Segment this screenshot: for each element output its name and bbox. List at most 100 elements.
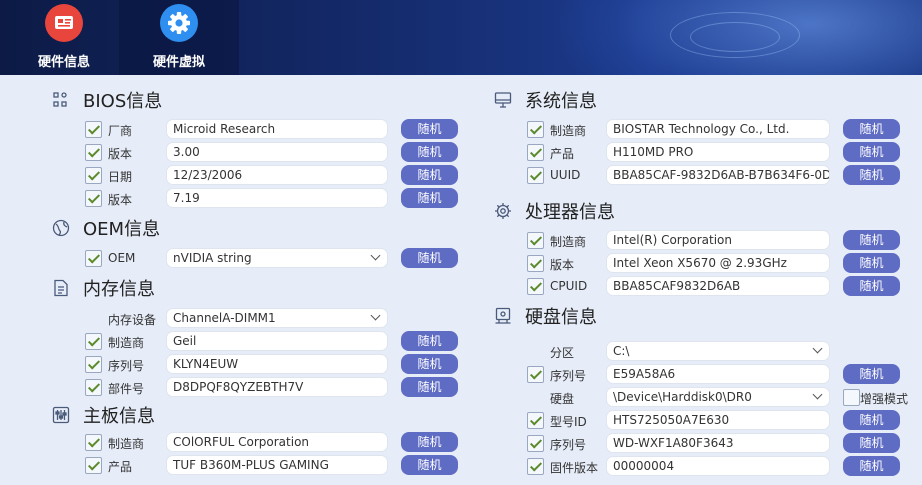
disk-model-label: 型号ID [550, 415, 587, 429]
board-product-random-button[interactable]: 随机 [401, 455, 458, 475]
oem-checkbox[interactable] [85, 250, 102, 267]
disk-partition-row: 分区 C:\ [527, 341, 902, 361]
bios-vendor-checkbox[interactable] [85, 121, 102, 138]
disk-firmware-row: 固件版本 00000004 随机 [527, 456, 902, 476]
memory-part-label: 部件号 [108, 382, 145, 396]
board-manufacturer-row: 制造商 COlORFUL Corporation 随机 [85, 432, 460, 452]
bios-version-random-button[interactable]: 随机 [401, 142, 458, 162]
bios-version-checkbox[interactable] [85, 144, 102, 161]
cpu-version-random-button[interactable]: 随机 [843, 253, 900, 273]
bios-version2-checkbox[interactable] [85, 190, 102, 207]
bios-vendor-random-button[interactable]: 随机 [401, 119, 458, 139]
disk-partition-select[interactable]: C:\ [606, 341, 830, 361]
cpu-version-label: 版本 [550, 258, 575, 272]
board-product-checkbox[interactable] [85, 457, 102, 474]
board-manufacturer-checkbox[interactable] [85, 434, 102, 451]
system-manufacturer-field[interactable]: BIOSTAR Technology Co., Ltd. [606, 119, 830, 139]
disk-firmware-label: 固件版本 [550, 461, 599, 475]
cpu-id-field[interactable]: BBA85CAF9832D6AB [606, 276, 830, 296]
cpu-version-row: 版本 Intel Xeon X5670 @ 2.93GHz 随机 [527, 253, 902, 273]
cpu-manufacturer-random-button[interactable]: 随机 [843, 230, 900, 250]
disk-drive-row: 硬盘 \Device\Harddisk0\DR0 增强模式 [527, 387, 917, 407]
memory-part-random-button[interactable]: 随机 [401, 377, 458, 397]
board-manufacturer-field[interactable]: COlORFUL Corporation [166, 432, 388, 452]
section-title-board: 主板信息 [51, 403, 155, 427]
memory-part-row: 部件号 D8DPQF8QYZEBTH7V 随机 [85, 377, 460, 397]
memory-serial-random-button[interactable]: 随机 [401, 354, 458, 374]
disk-model-checkbox[interactable] [527, 412, 544, 429]
bios-date-label: 日期 [108, 170, 133, 184]
tab-hardware-virtual-label: 硬件虚拟 [152, 55, 205, 70]
disk-firmware-checkbox[interactable] [527, 458, 544, 475]
cpu-section-title: 处理器信息 [525, 202, 615, 223]
disk-serial1-row: 序列号 E59A58A6 随机 [527, 364, 902, 384]
bios-date-random-button[interactable]: 随机 [401, 165, 458, 185]
oem-select[interactable]: nVIDIA string [166, 248, 388, 268]
bios-version2-label: 版本 [108, 193, 133, 207]
disk-firmware-random-button[interactable]: 随机 [843, 456, 900, 476]
memory-part-checkbox[interactable] [85, 379, 102, 396]
oem-random-button[interactable]: 随机 [401, 248, 458, 268]
cpu-version-checkbox[interactable] [527, 255, 544, 272]
bios-vendor-field[interactable]: Microid Research [166, 119, 388, 139]
memory-serial-checkbox[interactable] [85, 356, 102, 373]
disk-drive-label: 硬盘 [550, 392, 575, 406]
disk-firmware-field[interactable]: 00000004 [606, 456, 830, 476]
memory-serial-label: 序列号 [108, 359, 145, 373]
tab-hardware-virtual[interactable]: 硬件虚拟 [119, 0, 239, 75]
oem-label: OEM [108, 251, 136, 265]
system-uuid-field[interactable]: BBA85CAF-9832D6AB-B7B634F6-0D9 [606, 165, 830, 185]
tab-hardware-info[interactable]: 硬件信息 [4, 0, 124, 75]
disk-model-random-button[interactable]: 随机 [843, 410, 900, 430]
memory-manufacturer-checkbox[interactable] [85, 333, 102, 350]
document-icon [51, 278, 71, 298]
system-uuid-row: UUID BBA85CAF-9832D6AB-B7B634F6-0D9 随机 [527, 165, 902, 185]
enhanced-mode-label: 增强模式 [860, 392, 909, 406]
header-ring-decoration [670, 12, 800, 58]
memory-device-label: 内存设备 [108, 313, 157, 327]
board-product-field[interactable]: TUF B360M-PLUS GAMING [166, 455, 388, 475]
memory-serial-field[interactable]: KLYN4EUW [166, 354, 388, 374]
monitor-icon [493, 90, 513, 110]
disk-serial2-field[interactable]: WD-WXF1A80F3643 [606, 433, 830, 453]
bios-date-row: 日期 12/23/2006 随机 [85, 165, 460, 185]
cpu-id-checkbox[interactable] [527, 278, 544, 295]
system-manufacturer-checkbox[interactable] [527, 121, 544, 138]
disk-serial1-field[interactable]: E59A58A6 [606, 364, 830, 384]
bios-version2-random-button[interactable]: 随机 [401, 188, 458, 208]
memory-manufacturer-field[interactable]: Geil [166, 331, 388, 351]
cpu-manufacturer-field[interactable]: Intel(R) Corporation [606, 230, 830, 250]
memory-device-select[interactable]: ChannelA-DIMM1 [166, 308, 388, 328]
system-uuid-random-button[interactable]: 随机 [843, 165, 900, 185]
disk-model-field[interactable]: HTS725050A7E630 [606, 410, 830, 430]
system-manufacturer-random-button[interactable]: 随机 [843, 119, 900, 139]
cpu-manufacturer-checkbox[interactable] [527, 232, 544, 249]
system-product-checkbox[interactable] [527, 144, 544, 161]
sliders-icon [51, 405, 71, 425]
memory-part-field[interactable]: D8DPQF8QYZEBTH7V [166, 377, 388, 397]
cpu-version-field[interactable]: Intel Xeon X5670 @ 2.93GHz [606, 253, 830, 273]
disk-serial2-checkbox[interactable] [527, 435, 544, 452]
system-product-field[interactable]: H110MD PRO [606, 142, 830, 162]
section-title-system: 系统信息 [493, 88, 597, 112]
bios-date-checkbox[interactable] [85, 167, 102, 184]
enhanced-mode-checkbox[interactable] [843, 389, 860, 406]
memory-manufacturer-random-button[interactable]: 随机 [401, 331, 458, 351]
bios-vendor-label: 厂商 [108, 124, 133, 138]
hard-disk-icon [493, 306, 513, 326]
bios-version-field[interactable]: 3.00 [166, 142, 388, 162]
bios-version2-field[interactable]: 7.19 [166, 188, 388, 208]
cpu-id-random-button[interactable]: 随机 [843, 276, 900, 296]
disk-serial2-random-button[interactable]: 随机 [843, 433, 900, 453]
disk-serial1-random-button[interactable]: 随机 [843, 364, 900, 384]
system-product-random-button[interactable]: 随机 [843, 142, 900, 162]
disk-drive-select[interactable]: \Device\Harddisk0\DR0 [606, 387, 830, 407]
cog-icon [493, 201, 513, 221]
section-title-memory: 内存信息 [51, 276, 155, 300]
board-manufacturer-random-button[interactable]: 随机 [401, 432, 458, 452]
bios-date-field[interactable]: 12/23/2006 [166, 165, 388, 185]
globe-icon [51, 218, 71, 238]
disk-serial1-checkbox[interactable] [527, 366, 544, 383]
system-uuid-checkbox[interactable] [527, 167, 544, 184]
memory-device-value: ChannelA-DIMM1 [173, 311, 276, 325]
